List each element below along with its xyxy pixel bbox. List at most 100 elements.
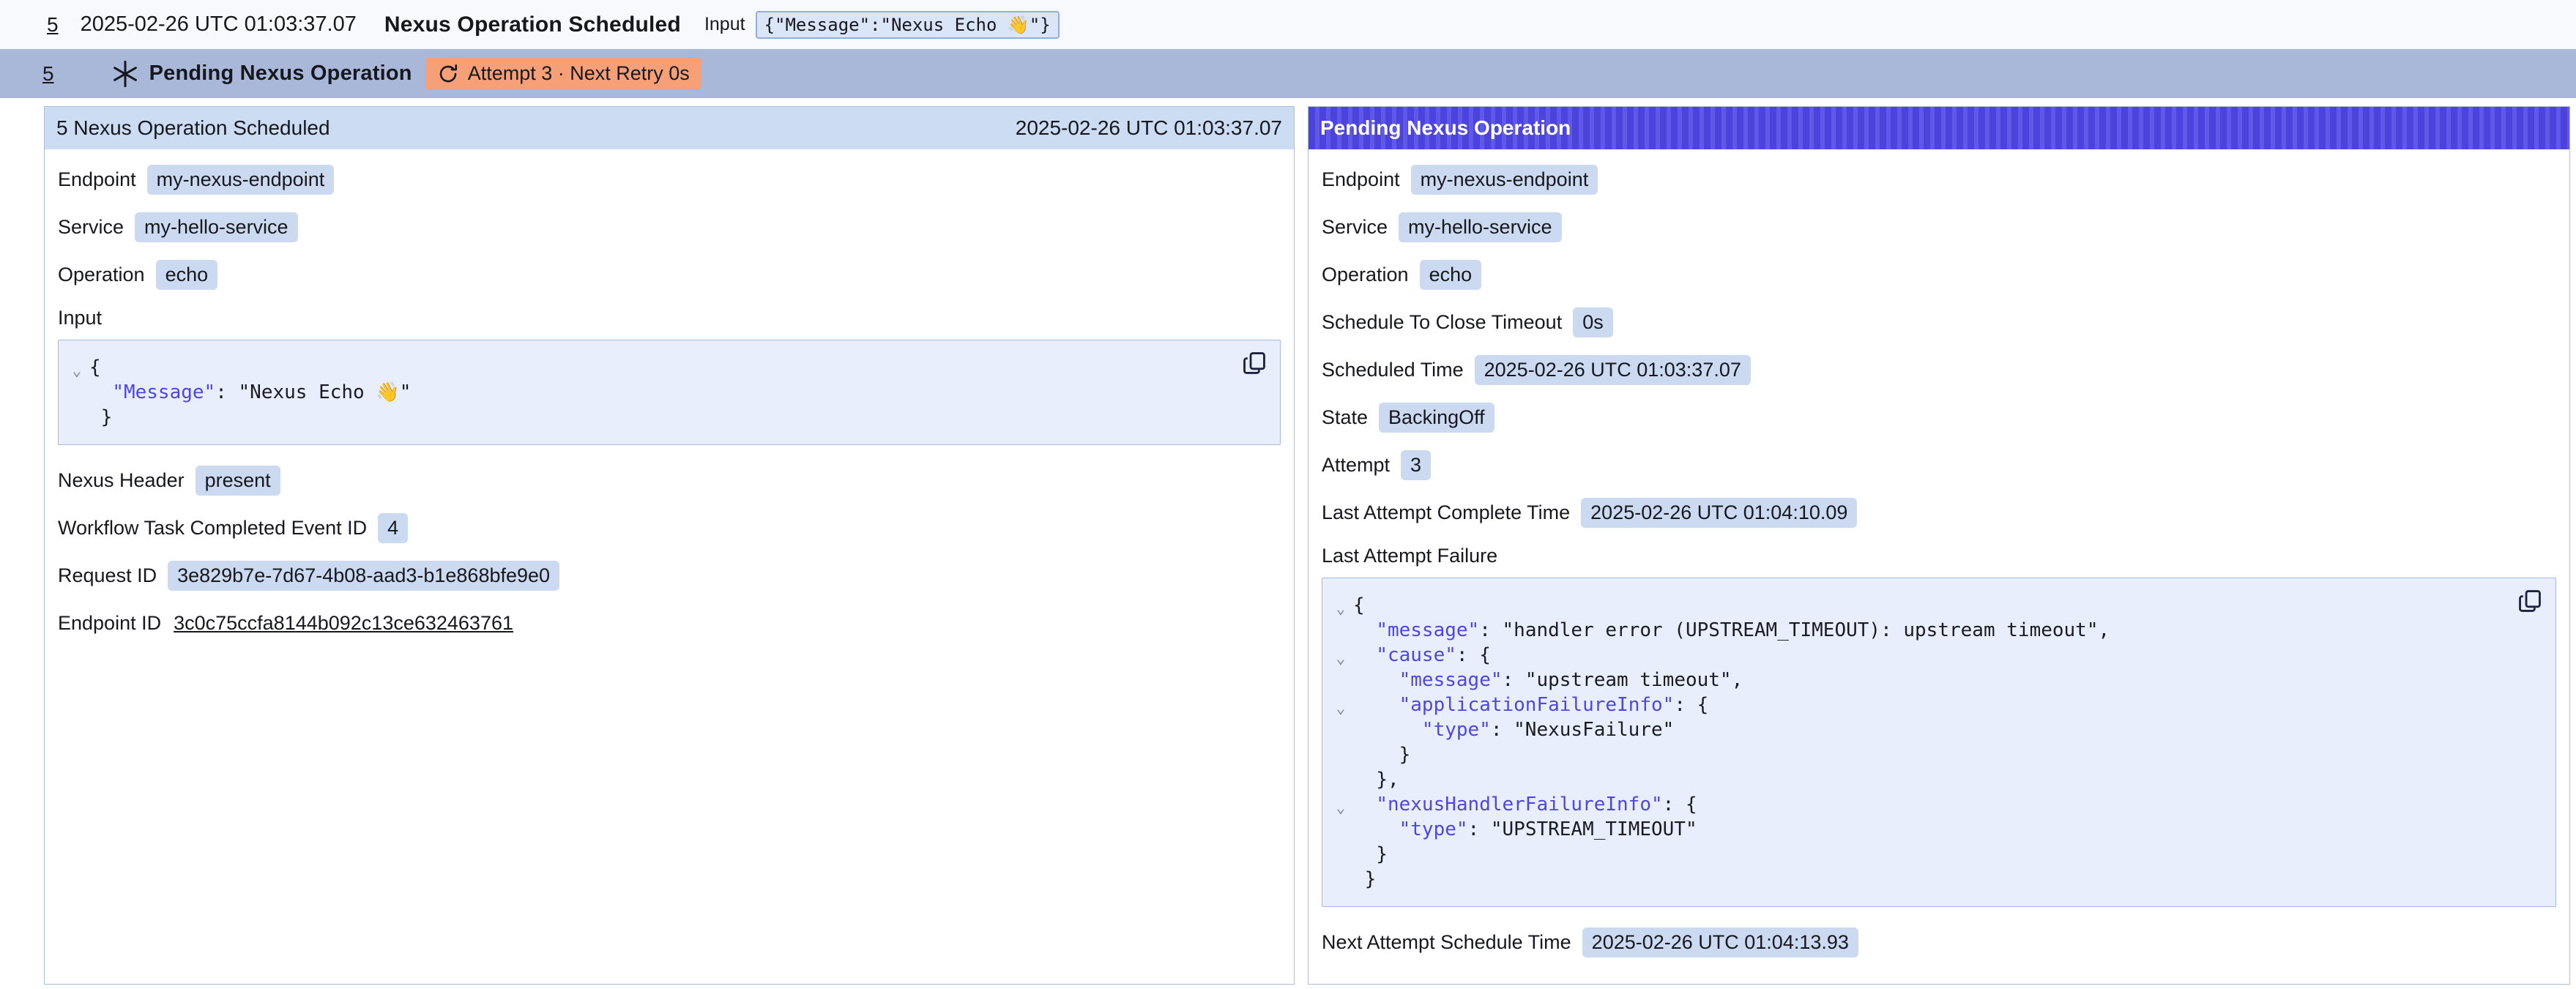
json-code-line: "message" : "handler error (UPSTREAM_TIM… bbox=[1328, 618, 2512, 643]
json-text: } bbox=[1376, 842, 1388, 867]
detail-field-row: Attempt 3 bbox=[1322, 449, 2556, 480]
json-key: "message" bbox=[1376, 618, 1479, 643]
detail-field-row: Service my-hello-service bbox=[1322, 212, 2556, 242]
event-id-link[interactable]: 5 bbox=[47, 13, 59, 37]
field-label: Operation bbox=[1322, 264, 1409, 286]
collapse-chevron-icon[interactable] bbox=[1328, 845, 1353, 870]
json-code-line: } bbox=[1328, 842, 2512, 867]
field-value[interactable]: 3c0c75ccfa8144b092c13ce632463761 bbox=[172, 612, 515, 635]
field-value: BackingOff bbox=[1379, 403, 1494, 433]
event-title: Pending Nexus Operation bbox=[149, 61, 412, 86]
field-label: Request ID bbox=[58, 564, 157, 587]
detail-field-row: Workflow Task Completed Event ID 4 bbox=[58, 512, 1281, 543]
json-code-line: } bbox=[1328, 867, 2512, 892]
input-payload-chip: {"Message":"Nexus Echo 👋"} bbox=[756, 11, 1060, 39]
field-value: 3e829b7e-7d67-4b08-aad3-b1e868bfe9e0 bbox=[168, 561, 559, 591]
json-text: : { bbox=[1456, 643, 1491, 668]
field-label: Operation bbox=[58, 264, 145, 286]
event-timestamp: 2025-02-26 UTC 01:03:37.07 bbox=[81, 12, 357, 37]
detail-field-row: Endpoint ID 3c0c75ccfa8144b092c13ce63246… bbox=[58, 608, 1281, 638]
left-panel-timestamp: 2025-02-26 UTC 01:03:37.07 bbox=[1016, 116, 1282, 140]
json-code-line: ⌄ { bbox=[1328, 593, 2512, 618]
retry-badge-text: Attempt 3 · Next Retry 0s bbox=[468, 62, 690, 85]
collapse-chevron-icon[interactable] bbox=[64, 383, 89, 408]
failure-json-viewer: ⌄ { "message" : "handler error (UPSTREAM… bbox=[1322, 578, 2556, 907]
field-label: Next Attempt Schedule Time bbox=[1322, 931, 1571, 954]
field-value: 3 bbox=[1401, 450, 1431, 480]
json-text: { bbox=[1353, 593, 1365, 618]
json-code-line: ⌄ "cause" : { bbox=[1328, 643, 2512, 668]
field-value: echo bbox=[156, 260, 218, 290]
json-key: "cause" bbox=[1376, 643, 1456, 668]
json-text: : "upstream timeout", bbox=[1503, 668, 1743, 693]
event-row-pending[interactable]: 5 Pending Nexus Operation Attempt 3 · Ne… bbox=[0, 49, 2576, 98]
json-key: "applicationFailureInfo" bbox=[1399, 693, 1675, 717]
detail-field-row: Request ID 3e829b7e-7d67-4b08-aad3-b1e86… bbox=[58, 560, 1281, 591]
json-text: } bbox=[1365, 867, 1377, 892]
collapse-chevron-icon[interactable] bbox=[1328, 720, 1353, 745]
json-text: : "handler error (UPSTREAM_TIMEOUT): ups… bbox=[1479, 618, 2110, 643]
detail-field-row: Schedule To Close Timeout 0s bbox=[1322, 307, 2556, 337]
field-label: Attempt bbox=[1322, 454, 1390, 477]
collapse-chevron-icon[interactable] bbox=[1328, 621, 1353, 646]
field-label: Nexus Header bbox=[58, 469, 185, 492]
json-text: : { bbox=[1663, 792, 1697, 817]
json-code-line: "message" : "upstream timeout", bbox=[1328, 668, 2512, 693]
detail-field-row: Operation echo bbox=[58, 259, 1281, 290]
input-section-label: Input bbox=[58, 307, 1281, 329]
event-id-link[interactable]: 5 bbox=[42, 62, 54, 86]
field-label: Workflow Task Completed Event ID bbox=[58, 517, 367, 540]
json-code-line: ⌄ "applicationFailureInfo" : { bbox=[1328, 693, 2512, 717]
failure-section-label: Last Attempt Failure bbox=[1322, 545, 2556, 567]
json-key: "message" bbox=[1399, 668, 1503, 693]
collapse-chevron-icon[interactable] bbox=[1328, 870, 1353, 895]
detail-field-row: Endpoint my-nexus-endpoint bbox=[1322, 164, 2556, 195]
collapse-chevron-icon[interactable] bbox=[64, 408, 89, 433]
collapse-chevron-icon[interactable]: ⌄ bbox=[1328, 795, 1353, 820]
json-text: : { bbox=[1674, 693, 1708, 717]
event-row-scheduled[interactable]: 5 2025-02-26 UTC 01:03:37.07 Nexus Opera… bbox=[0, 0, 2576, 49]
scheduled-event-detail-panel: 5 Nexus Operation Scheduled 2025-02-26 U… bbox=[44, 106, 1295, 985]
field-value: 2025-02-26 UTC 01:03:37.07 bbox=[1475, 355, 1751, 385]
field-value: 2025-02-26 UTC 01:04:10.09 bbox=[1581, 498, 1857, 528]
input-label: Input bbox=[704, 14, 745, 35]
collapse-chevron-icon[interactable] bbox=[1328, 671, 1353, 695]
left-panel-header: 5 Nexus Operation Scheduled 2025-02-26 U… bbox=[45, 107, 1294, 149]
detail-field-row: Scheduled Time 2025-02-26 UTC 01:03:37.0… bbox=[1322, 354, 2556, 385]
json-key: "Message" bbox=[112, 380, 215, 405]
detail-field-row: Endpoint my-nexus-endpoint bbox=[58, 164, 1281, 195]
input-json-viewer: ⌄ { "Message" : "Nexus Echo 👋" bbox=[58, 340, 1281, 445]
collapse-chevron-icon[interactable]: ⌄ bbox=[1328, 695, 1353, 720]
json-code-line: }, bbox=[1328, 767, 2512, 792]
collapse-chevron-icon[interactable]: ⌄ bbox=[64, 358, 89, 383]
field-label: State bbox=[1322, 406, 1368, 429]
copy-icon[interactable] bbox=[2517, 589, 2544, 615]
field-label: Scheduled Time bbox=[1322, 359, 1464, 381]
json-key: "type" bbox=[1399, 817, 1468, 842]
collapse-chevron-icon[interactable]: ⌄ bbox=[1328, 596, 1353, 621]
field-label: Service bbox=[1322, 216, 1388, 239]
json-text: : "NexusFailure" bbox=[1491, 717, 1674, 742]
collapse-chevron-icon[interactable] bbox=[1328, 745, 1353, 770]
json-code-line: "type" : "UPSTREAM_TIMEOUT" bbox=[1328, 817, 2512, 842]
retry-icon bbox=[437, 63, 459, 85]
json-code-line: "Message" : "Nexus Echo 👋" bbox=[64, 380, 1236, 405]
json-code-line: } bbox=[64, 405, 1236, 430]
detail-field-row: Last Attempt Complete Time 2025-02-26 UT… bbox=[1322, 497, 2556, 528]
collapse-chevron-icon[interactable]: ⌄ bbox=[1328, 646, 1353, 671]
detail-field-row: Service my-hello-service bbox=[58, 212, 1281, 242]
detail-field-row: State BackingOff bbox=[1322, 402, 2556, 433]
detail-field-row: Operation echo bbox=[1322, 259, 2556, 290]
collapse-chevron-icon[interactable] bbox=[1328, 820, 1353, 845]
json-text: { bbox=[89, 355, 101, 380]
copy-icon[interactable] bbox=[1242, 351, 1268, 377]
left-panel-title: 5 Nexus Operation Scheduled bbox=[56, 116, 330, 140]
field-label: Endpoint ID bbox=[58, 612, 161, 635]
field-value: 0s bbox=[1573, 307, 1613, 337]
field-value: my-nexus-endpoint bbox=[147, 165, 335, 195]
field-value: echo bbox=[1420, 260, 1482, 290]
field-value: 4 bbox=[378, 513, 408, 543]
field-label: Endpoint bbox=[1322, 168, 1400, 191]
pending-asterisk-icon bbox=[111, 60, 139, 88]
collapse-chevron-icon[interactable] bbox=[1328, 770, 1353, 795]
